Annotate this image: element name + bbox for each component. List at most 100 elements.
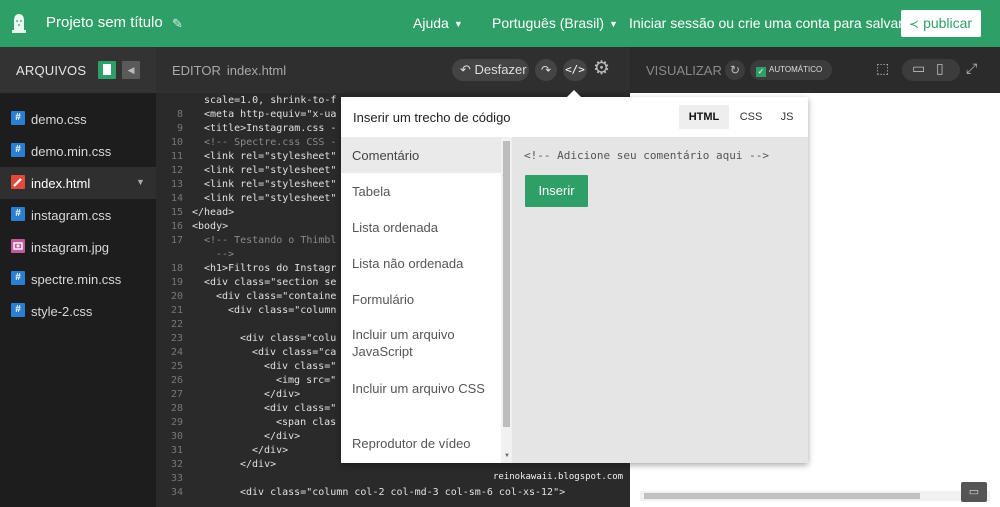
tab-html[interactable]: HTML — [679, 105, 729, 129]
snippet-item[interactable]: Incluir um arquivo CSS — [341, 371, 501, 425]
snippet-item[interactable]: Reprodutor de vídeo — [341, 425, 501, 463]
device-toggle-group — [902, 59, 960, 81]
snippet-popover: Inserir um trecho de código HTML CSS JS … — [341, 90, 808, 463]
code-line: 34 <div class="column col-2 col-md-3 col-… — [156, 486, 630, 500]
edit-title-pencil-icon[interactable]: ✎ — [172, 16, 183, 32]
snippet-list-scrollbar[interactable]: ▼ — [501, 137, 512, 463]
line-number: 20 — [170, 291, 183, 302]
code-text: </div> — [264, 431, 301, 442]
undo-button[interactable]: ↶ Desfazer — [452, 59, 529, 81]
undo-icon: ↶ — [460, 62, 471, 77]
snippet-item[interactable]: Formulário — [341, 281, 501, 317]
desktop-icon[interactable]: ▭ — [912, 60, 925, 77]
line-number: 32 — [170, 459, 183, 470]
help-menu[interactable]: Ajuda ▼ — [413, 15, 463, 31]
line-number: 34 — [170, 487, 183, 498]
code-text: --> — [216, 249, 235, 260]
insert-snippet-button[interactable]: </> — [563, 59, 587, 81]
sidebar-title: ARQUIVOS — [16, 63, 87, 78]
snippet-item[interactable]: Tabela — [341, 173, 501, 209]
file-name: index.html — [31, 176, 91, 191]
snippet-item[interactable]: Lista ordenada — [341, 209, 501, 245]
snippet-item[interactable]: Comentário — [341, 137, 501, 173]
code-text: <!-- Testando o Thimbl — [204, 235, 337, 246]
fullscreen-icon[interactable]: ⤢ — [966, 60, 977, 77]
line-number: 26 — [170, 375, 183, 386]
line-number: 30 — [170, 431, 183, 442]
redo-button[interactable]: ↷ — [535, 59, 557, 81]
mobile-icon[interactable]: ▯ — [936, 60, 944, 77]
language-menu[interactable]: Português (Brasil) ▼ — [492, 15, 618, 31]
preview-title: VISUALIZAR — [646, 63, 722, 78]
file-item[interactable]: # instagram.css — [0, 199, 156, 231]
code-text: <link rel="stylesheet" — [204, 193, 337, 204]
line-number: 22 — [170, 319, 183, 330]
line-number: 14 — [170, 193, 183, 204]
file-item[interactable]: # demo.css — [0, 103, 156, 135]
file-item[interactable]: # demo.min.css — [0, 135, 156, 167]
snippet-code: <!-- Adicione seu comentário aqui --> — [524, 149, 770, 162]
css-file-icon: # — [11, 207, 25, 221]
file-item[interactable]: index.html ▼ — [0, 167, 156, 199]
gear-icon[interactable]: ⚙ — [593, 57, 610, 80]
line-number: 21 — [170, 305, 183, 316]
code-text: </div> — [240, 459, 277, 470]
image-file-icon — [11, 239, 25, 253]
css-file-icon: # — [11, 143, 25, 157]
line-number: 13 — [170, 179, 183, 190]
chevron-down-icon: ▼ — [609, 19, 618, 29]
snippet-item[interactable]: Lista não ordenada — [341, 245, 501, 281]
line-number: 29 — [170, 417, 183, 428]
inspect-icon[interactable]: ⬚ — [876, 60, 889, 77]
undo-label: Desfazer — [474, 62, 527, 77]
checkbox-checked-icon: ✓ — [756, 67, 766, 77]
file-item[interactable]: # style-2.css — [0, 295, 156, 327]
console-toggle-icon[interactable]: ▭ — [961, 482, 987, 502]
code-text: <h1>Filtros do Instagr — [204, 263, 337, 274]
file-sidebar: ARQUIVOS ◀ # demo.css # demo.min.css index.h… — [0, 47, 156, 507]
code-text: <span clas — [276, 417, 337, 428]
refresh-icon[interactable]: ↻ — [725, 60, 745, 80]
code-text: <div class=" — [264, 361, 337, 372]
chevron-down-icon: ▼ — [453, 19, 463, 29]
snippet-preview: <!-- Adicione seu comentário aqui --> In… — [512, 137, 808, 463]
preview-header: VISUALIZAR ↻ ✓ AUTOMÁTICO ⬚ ▭ ▯ ⤢ — [630, 47, 1000, 93]
insert-button[interactable]: Inserir — [525, 175, 588, 207]
scrollbar-thumb[interactable] — [503, 141, 510, 427]
code-text: <link rel="stylesheet" — [204, 165, 337, 176]
line-number: 12 — [170, 165, 183, 176]
line-number: 33 — [170, 473, 183, 484]
scroll-down-arrow-icon[interactable]: ▼ — [504, 453, 510, 459]
editor-filename: index.html — [226, 63, 287, 78]
login-link[interactable]: Iniciar sessão ou crie uma conta para sa… — [629, 15, 915, 31]
file-name: instagram.css — [31, 208, 112, 223]
file-item[interactable]: instagram.jpg — [0, 231, 156, 263]
share-icon: ≺ — [909, 17, 920, 31]
thimble-logo-icon[interactable] — [11, 12, 27, 34]
html-file-icon — [11, 175, 25, 189]
publish-button[interactable]: ≺ publicar — [901, 10, 981, 37]
collapse-sidebar-icon[interactable]: ◀ — [122, 61, 140, 79]
line-number: 17 — [170, 235, 183, 246]
code-text: </head> — [192, 207, 235, 218]
popover-arrow — [567, 90, 581, 97]
preview-horizontal-scrollbar[interactable] — [640, 491, 990, 501]
snippet-item[interactable]: Incluir um arquivo JavaScript — [341, 317, 501, 371]
auto-refresh-label: AUTOMÁTICO — [769, 65, 823, 74]
file-name: spectre.min.css — [31, 272, 122, 287]
auto-refresh-toggle[interactable]: ✓ AUTOMÁTICO — [750, 60, 832, 80]
code-text: <div class="section se — [204, 277, 337, 288]
scrollbar-thumb[interactable] — [644, 493, 920, 499]
code-text: <body> — [192, 221, 229, 232]
line-number: 10 — [170, 137, 183, 148]
css-file-icon: # — [11, 303, 25, 317]
file-name: demo.css — [31, 112, 87, 127]
tab-css[interactable]: CSS — [733, 105, 769, 129]
tab-js[interactable]: JS — [773, 105, 801, 129]
new-file-icon[interactable] — [98, 61, 116, 79]
project-title[interactable]: Projeto sem título — [46, 14, 163, 31]
code-text: <meta http-equiv="x-ua — [204, 109, 337, 120]
code-text: <img src=" — [276, 375, 337, 386]
file-item[interactable]: # spectre.min.css — [0, 263, 156, 295]
file-options-chevron-icon[interactable]: ▼ — [136, 177, 145, 187]
